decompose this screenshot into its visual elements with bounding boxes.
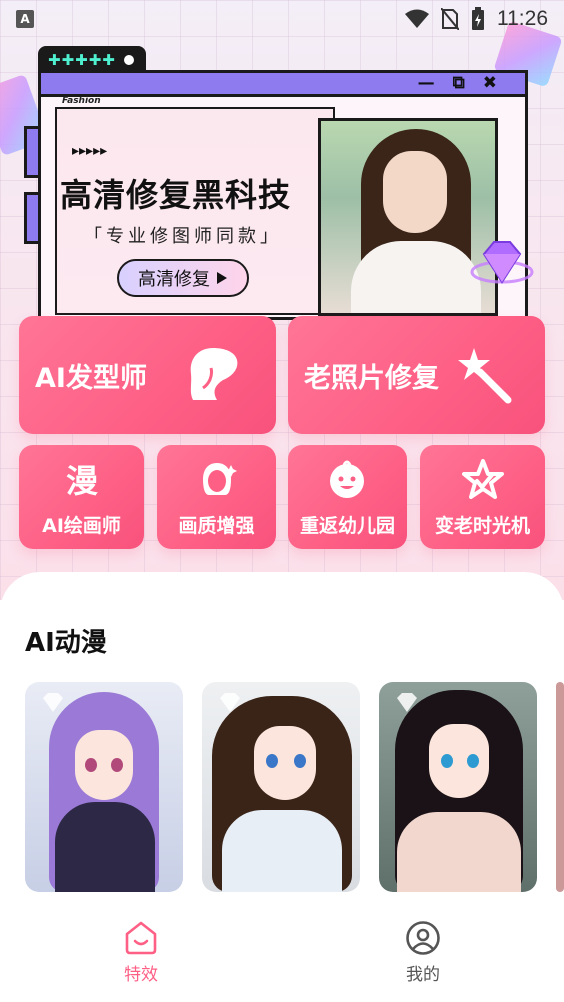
minimize-icon: — — [417, 73, 435, 93]
old-photo-restore-card[interactable]: 老照片修复 — [288, 316, 545, 434]
hd-restore-button[interactable]: 高清修复 — [117, 259, 249, 297]
star-icon — [462, 459, 504, 499]
ai-painter-card[interactable]: 漫 AI绘画师 — [19, 445, 144, 549]
anime-face — [254, 726, 316, 800]
anime-eye — [294, 754, 306, 768]
anime-card-partial[interactable] — [556, 682, 564, 892]
anime-eye — [85, 758, 97, 772]
sparkle-face-icon — [203, 463, 237, 495]
anime-card-purple-hair[interactable] — [25, 682, 183, 892]
banner-side-tab-bottom — [24, 192, 38, 244]
svg-text:漫: 漫 — [66, 462, 98, 499]
wifi-icon — [405, 9, 429, 28]
banner-headline: 高清修复黑科技 — [60, 176, 292, 214]
hair-silhouette-icon — [190, 348, 238, 400]
back-to-kindergarten-card[interactable]: 重返幼儿园 — [288, 445, 407, 549]
baby-face-icon — [330, 460, 364, 498]
no-sim-icon — [441, 8, 459, 30]
nav-tab-profile[interactable]: 我的 — [383, 920, 463, 985]
aging-time-machine-card[interactable]: 变老时光机 — [420, 445, 545, 549]
anime-face — [429, 724, 489, 798]
portrait-body — [351, 241, 481, 313]
status-time: 11:26 — [497, 7, 548, 30]
nav-tab-effects[interactable]: 特效 — [101, 920, 181, 985]
bottom-navigation: 特效 我的 — [0, 910, 564, 1002]
ai-hairstylist-card[interactable]: AI发型师 — [19, 316, 276, 434]
anime-face — [75, 730, 133, 800]
banner-side-tab-top — [24, 126, 38, 178]
banner-tab-symbols: ✚✚✚✚✚ — [48, 51, 116, 69]
portrait-face — [383, 151, 447, 233]
banner-arrows: ▸▸▸▸▸ — [72, 143, 108, 159]
anime-card-brown-hair[interactable] — [202, 682, 360, 892]
status-bar: A 11:26 — [0, 0, 564, 38]
back-to-kindergarten-label: 重返幼儿园 — [299, 515, 395, 537]
ai-hairstylist-label: AI发型师 — [35, 363, 147, 394]
close-icon: ✖ — [482, 73, 497, 93]
nav-label-effects: 特效 — [124, 965, 158, 985]
diamond-gem-icon — [470, 241, 534, 284]
premium-diamond-icon — [397, 693, 417, 712]
premium-diamond-icon — [43, 693, 63, 712]
play-icon — [217, 272, 227, 284]
quality-enhance-label: 画质增强 — [178, 515, 255, 537]
anime-body — [222, 810, 342, 892]
section-title-ai-anime: AI动漫 — [25, 628, 107, 658]
banner-titlebar: — ⧉ ✖ — [41, 73, 525, 97]
anime-card-black-hair[interactable] — [379, 682, 537, 892]
hd-restore-button-label: 高清修复 — [138, 269, 210, 290]
profile-icon — [406, 921, 440, 955]
anime-eye — [111, 758, 123, 772]
magic-wand-icon — [458, 348, 512, 404]
ai-painter-label: AI绘画师 — [42, 515, 121, 537]
anime-eye — [266, 754, 278, 768]
quality-enhance-card[interactable]: 画质增强 — [157, 445, 276, 549]
app-indicator-icon: A — [16, 10, 34, 28]
banner-subtitle: 「专业修图师同款」 — [84, 226, 282, 247]
old-photo-restore-label: 老照片修复 — [304, 363, 439, 394]
anime-body — [397, 812, 521, 892]
anime-eye — [467, 754, 479, 768]
effects-icon — [125, 921, 157, 955]
restore-icon: ⧉ — [452, 73, 465, 93]
manga-glyph-icon: 漫 — [66, 462, 98, 499]
premium-diamond-icon — [220, 693, 240, 712]
anime-body — [55, 802, 155, 892]
battery-icon — [472, 7, 484, 30]
aging-time-machine-label: 变老时光机 — [434, 515, 530, 537]
nav-label-profile: 我的 — [406, 965, 440, 985]
banner-tab-dot — [123, 55, 134, 65]
banner-corner-label: Fashion — [62, 96, 101, 106]
anime-eye — [441, 754, 453, 768]
